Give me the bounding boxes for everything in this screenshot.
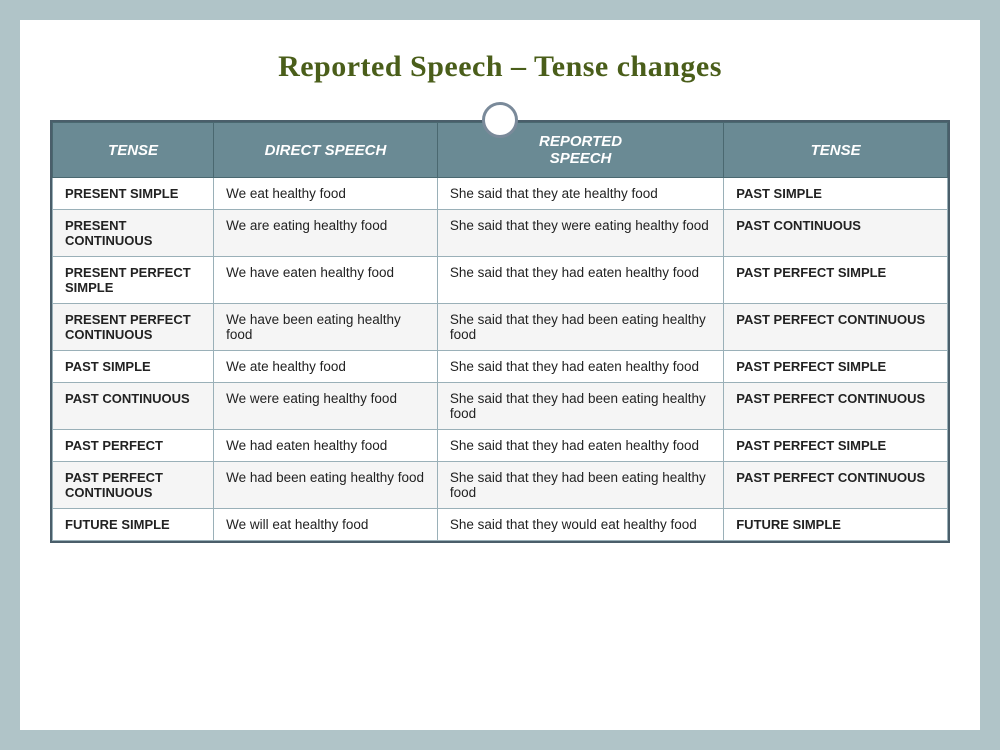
cell-reported-speech: She said that they were eating healthy f…	[437, 210, 723, 257]
header-direct-speech: DIRECT SPEECH	[214, 123, 438, 178]
cell-reported-speech: She said that they had been eating healt…	[437, 304, 723, 351]
cell-reported-speech: She said that they had been eating healt…	[437, 462, 723, 509]
table-row: PRESENT PERFECT CONTINUOUSWe have been e…	[53, 304, 948, 351]
table-row: PAST PERFECTWe had eaten healthy foodShe…	[53, 430, 948, 462]
cell-reported-speech: She said that they would eat healthy foo…	[437, 509, 723, 541]
cell-tense-in: PRESENT PERFECT SIMPLE	[53, 257, 214, 304]
cell-reported-speech: She said that they had eaten healthy foo…	[437, 430, 723, 462]
slide: Reported Speech – Tense changes TENSE DI…	[20, 20, 980, 730]
cell-direct-speech: We were eating healthy food	[214, 383, 438, 430]
cell-tense-out: PAST SIMPLE	[724, 178, 948, 210]
cell-direct-speech: We eat healthy food	[214, 178, 438, 210]
cell-tense-in: PAST PERFECT	[53, 430, 214, 462]
header-tense-out: TENSE	[724, 123, 948, 178]
cell-tense-in: PAST SIMPLE	[53, 351, 214, 383]
cell-reported-speech: She said that they ate healthy food	[437, 178, 723, 210]
cell-tense-out: PAST PERFECT SIMPLE	[724, 257, 948, 304]
header-tense-in: TENSE	[53, 123, 214, 178]
cell-reported-speech: She said that they had been eating healt…	[437, 383, 723, 430]
table-row: PAST CONTINUOUSWe were eating healthy fo…	[53, 383, 948, 430]
header-reported-speech: REPORTEDSPEECH	[437, 123, 723, 178]
cell-direct-speech: We are eating healthy food	[214, 210, 438, 257]
cell-direct-speech: We will eat healthy food	[214, 509, 438, 541]
cell-tense-out: PAST PERFECT CONTINUOUS	[724, 462, 948, 509]
cell-tense-out: PAST PERFECT CONTINUOUS	[724, 383, 948, 430]
cell-direct-speech: We had been eating healthy food	[214, 462, 438, 509]
cell-direct-speech: We ate healthy food	[214, 351, 438, 383]
tense-table: TENSE DIRECT SPEECH REPORTEDSPEECH TENSE…	[52, 122, 948, 541]
table-wrapper: TENSE DIRECT SPEECH REPORTEDSPEECH TENSE…	[50, 120, 950, 543]
cell-tense-in: PRESENT CONTINUOUS	[53, 210, 214, 257]
table-row: PAST PERFECT CONTINUOUSWe had been eatin…	[53, 462, 948, 509]
circle-decoration	[482, 102, 518, 138]
page-title: Reported Speech – Tense changes	[278, 50, 722, 84]
cell-tense-out: PAST PERFECT SIMPLE	[724, 351, 948, 383]
cell-reported-speech: She said that they had eaten healthy foo…	[437, 257, 723, 304]
cell-direct-speech: We have been eating healthy food	[214, 304, 438, 351]
cell-reported-speech: She said that they had eaten healthy foo…	[437, 351, 723, 383]
cell-tense-out: PAST PERFECT SIMPLE	[724, 430, 948, 462]
cell-tense-out: PAST PERFECT CONTINUOUS	[724, 304, 948, 351]
cell-tense-in: PAST CONTINUOUS	[53, 383, 214, 430]
table-row: FUTURE SIMPLEWe will eat healthy foodShe…	[53, 509, 948, 541]
table-row: PRESENT PERFECT SIMPLEWe have eaten heal…	[53, 257, 948, 304]
cell-tense-in: PRESENT SIMPLE	[53, 178, 214, 210]
cell-tense-out: FUTURE SIMPLE	[724, 509, 948, 541]
cell-tense-in: FUTURE SIMPLE	[53, 509, 214, 541]
table-row: PRESENT SIMPLEWe eat healthy foodShe sai…	[53, 178, 948, 210]
cell-direct-speech: We had eaten healthy food	[214, 430, 438, 462]
cell-tense-out: PAST CONTINUOUS	[724, 210, 948, 257]
table-row: PRESENT CONTINUOUSWe are eating healthy …	[53, 210, 948, 257]
cell-tense-in: PRESENT PERFECT CONTINUOUS	[53, 304, 214, 351]
cell-tense-in: PAST PERFECT CONTINUOUS	[53, 462, 214, 509]
table-row: PAST SIMPLEWe ate healthy foodShe said t…	[53, 351, 948, 383]
cell-direct-speech: We have eaten healthy food	[214, 257, 438, 304]
